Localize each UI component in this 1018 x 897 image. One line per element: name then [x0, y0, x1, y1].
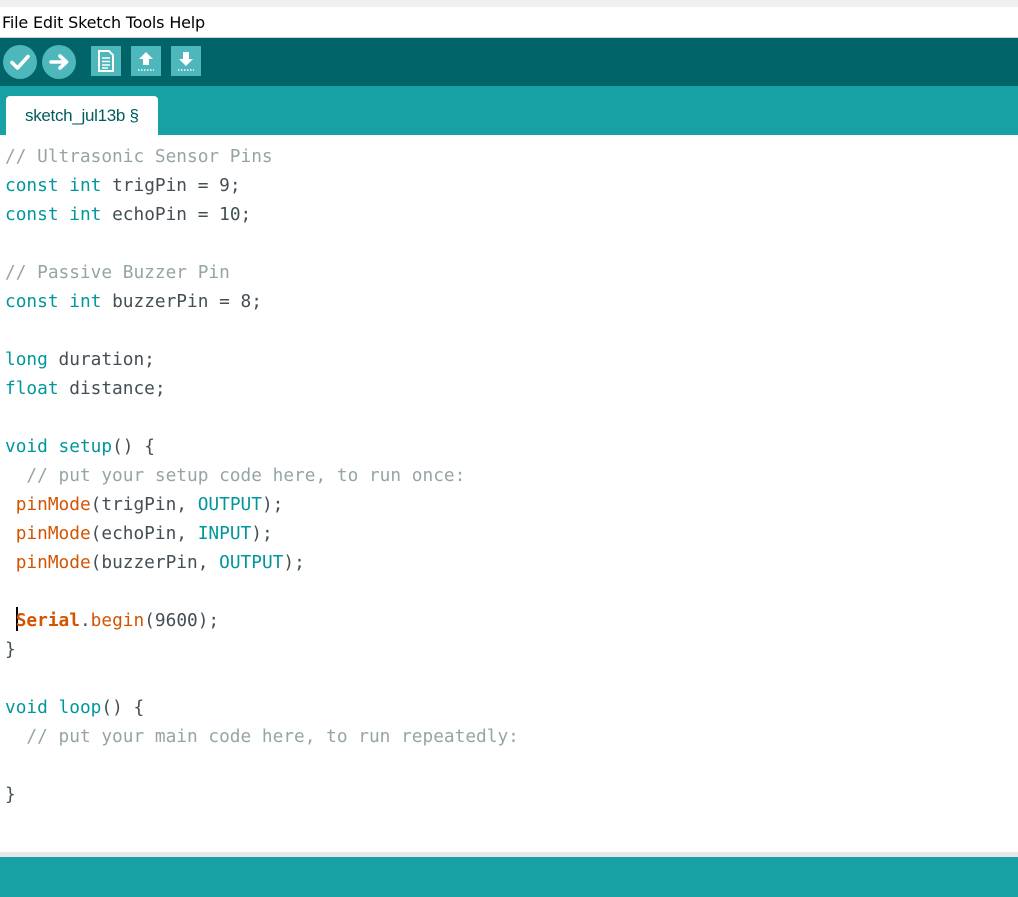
code-line[interactable]: ​ [5, 403, 519, 432]
code-token: } [5, 784, 16, 805]
arrow-up-icon [138, 52, 154, 71]
code-line[interactable]: } [5, 780, 519, 809]
menu-file[interactable]: File [0, 13, 31, 32]
code-token: float [5, 378, 59, 399]
code-line[interactable]: void loop() { [5, 693, 519, 722]
code-token: buzzerPin = 8; [101, 291, 262, 312]
menu-tools[interactable]: Tools [124, 13, 167, 32]
code-token: OUTPUT [219, 552, 284, 573]
code-token: // Ultrasonic Sensor Pins [5, 146, 273, 167]
arrow-right-icon [49, 54, 69, 70]
status-bar [0, 857, 1018, 897]
code-editor[interactable]: // Ultrasonic Sensor Pins const int trigP… [0, 135, 1018, 852]
code-token: pinMode [15, 494, 91, 515]
code-token: int [69, 291, 102, 312]
code-line[interactable]: } [5, 635, 519, 664]
code-line[interactable]: void setup() { [5, 432, 519, 461]
code-token: Serial [15, 610, 80, 631]
code-token: trigPin = 9; [101, 175, 241, 196]
arrow-down-icon [178, 52, 194, 71]
code-token: distance; [58, 378, 166, 399]
code-line[interactable]: ​ [5, 664, 519, 693]
code-token: (echoPin, [90, 523, 198, 544]
checkmark-icon [10, 54, 30, 70]
code-line[interactable]: // Passive Buzzer Pin [5, 258, 519, 287]
upload-button[interactable] [42, 45, 76, 79]
code-token: () { [101, 697, 145, 718]
code-token: int [69, 175, 102, 196]
tab-sketch[interactable]: sketch_jul13b § [6, 96, 158, 135]
code-token: (buzzerPin, [90, 552, 220, 573]
new-document-icon [98, 50, 114, 72]
code-token: const [5, 175, 59, 196]
code-line[interactable]: pinMode(buzzerPin, OUTPUT); [5, 548, 519, 577]
code-token: duration; [47, 349, 155, 370]
code-token: pinMode [15, 523, 91, 544]
new-sketch-button[interactable] [91, 46, 121, 76]
code-token: INPUT [197, 523, 252, 544]
code-line[interactable]: float distance; [5, 374, 519, 403]
code-token: setup [58, 436, 113, 457]
code-token: begin [90, 610, 145, 631]
code-token: // put your setup code here, to run once… [5, 465, 466, 486]
code-token: ); [261, 494, 284, 515]
open-button[interactable] [131, 46, 161, 76]
code-token: (9600); [144, 610, 220, 631]
tab-label: sketch_jul13b § [25, 105, 139, 125]
save-button[interactable] [171, 46, 201, 76]
window-title-strip [0, 0, 1018, 7]
code-token: const [5, 291, 59, 312]
code-line[interactable]: ​ [5, 751, 519, 780]
code-line[interactable]: // put your setup code here, to run once… [5, 461, 519, 490]
code-line[interactable]: ​ [5, 229, 519, 258]
code-line[interactable]: const int trigPin = 9; [5, 171, 519, 200]
code-token: echoPin = 10; [101, 204, 252, 225]
code-token: void [5, 697, 48, 718]
code-line[interactable]: // Ultrasonic Sensor Pins [5, 142, 519, 171]
menu-bar: File Edit Sketch Tools Help [0, 7, 1018, 38]
tab-bar: sketch_jul13b § [0, 86, 1018, 135]
code-token: ); [283, 552, 305, 573]
code-token: loop [58, 697, 102, 718]
code-line[interactable]: const int buzzerPin = 8; [5, 287, 519, 316]
code-token: void [5, 436, 48, 457]
code-token: // put your main code here, to run repea… [5, 726, 519, 747]
code-line[interactable]: // put your main code here, to run repea… [5, 722, 519, 751]
code-token: (trigPin, [90, 494, 198, 515]
code-text[interactable]: // Ultrasonic Sensor Pins const int trigP… [5, 142, 519, 809]
code-token: } [5, 639, 16, 660]
menu-help[interactable]: Help [167, 13, 208, 32]
code-line[interactable]: ​ [5, 316, 519, 345]
code-token: () { [112, 436, 155, 457]
code-line[interactable]: pinMode(trigPin, OUTPUT); [5, 490, 519, 519]
code-line[interactable]: const int echoPin = 10; [5, 200, 519, 229]
code-token: // Passive Buzzer Pin [5, 262, 230, 283]
menu-sketch[interactable]: Sketch [66, 13, 124, 32]
code-token: ); [251, 523, 273, 544]
verify-button[interactable] [3, 45, 37, 79]
code-line[interactable]: pinMode(echoPin, INPUT); [5, 519, 519, 548]
code-line[interactable]: long duration; [5, 345, 519, 374]
code-token: int [69, 204, 102, 225]
code-token: . [79, 610, 91, 631]
code-token: OUTPUT [197, 494, 262, 515]
code-token: long [5, 349, 48, 370]
code-line[interactable]: ​ [5, 577, 519, 606]
menu-edit[interactable]: Edit [31, 13, 66, 32]
code-token: const [5, 204, 59, 225]
code-token: pinMode [15, 552, 91, 573]
code-line[interactable]: Serial.begin(9600); [5, 606, 519, 635]
